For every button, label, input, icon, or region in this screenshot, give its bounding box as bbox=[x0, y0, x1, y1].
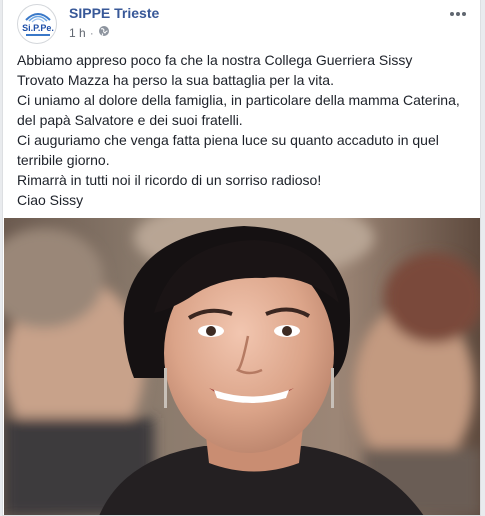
post-text-line: del papà Salvatore e dei suoi fratelli. bbox=[17, 112, 243, 128]
post-timestamp[interactable]: 1 h bbox=[69, 26, 86, 40]
facebook-post: Si.P.Pe. SIPPE Trieste 1 h · Abbiamo app… bbox=[2, 0, 481, 516]
globe-icon[interactable] bbox=[98, 25, 110, 40]
post-text-line: terribile giorno. bbox=[17, 152, 110, 168]
page-name-link[interactable]: SIPPE Trieste bbox=[69, 5, 159, 21]
meta-separator: · bbox=[89, 25, 94, 40]
ellipsis-icon[interactable] bbox=[446, 4, 470, 24]
post-photo[interactable] bbox=[4, 218, 480, 515]
post-text-line: Ci uniamo al dolore della famiglia, in p… bbox=[17, 92, 460, 108]
portrait-photo bbox=[4, 218, 480, 515]
sippe-logo: Si.P.Pe. bbox=[22, 13, 54, 36]
post-text-line: Ciao Sissy bbox=[17, 192, 84, 208]
post-text-line: Abbiamo appreso poco fa che la nostra Co… bbox=[17, 52, 413, 68]
post-text-line: Trovato Mazza ha perso la sua battaglia … bbox=[17, 72, 334, 88]
post-text-line: Ci auguriamo che venga fatta piena luce … bbox=[17, 132, 439, 148]
post-text: Abbiamo appreso poco fa che la nostra Co… bbox=[17, 50, 470, 210]
post-meta: 1 h · bbox=[69, 25, 110, 40]
avatar[interactable]: Si.P.Pe. bbox=[17, 4, 57, 44]
post-text-line: Rimarrà in tutti noi il ricordo di un so… bbox=[17, 172, 322, 188]
post-header: Si.P.Pe. SIPPE Trieste 1 h · bbox=[17, 4, 470, 44]
avatar-label: Si.P.Pe. bbox=[22, 23, 54, 33]
